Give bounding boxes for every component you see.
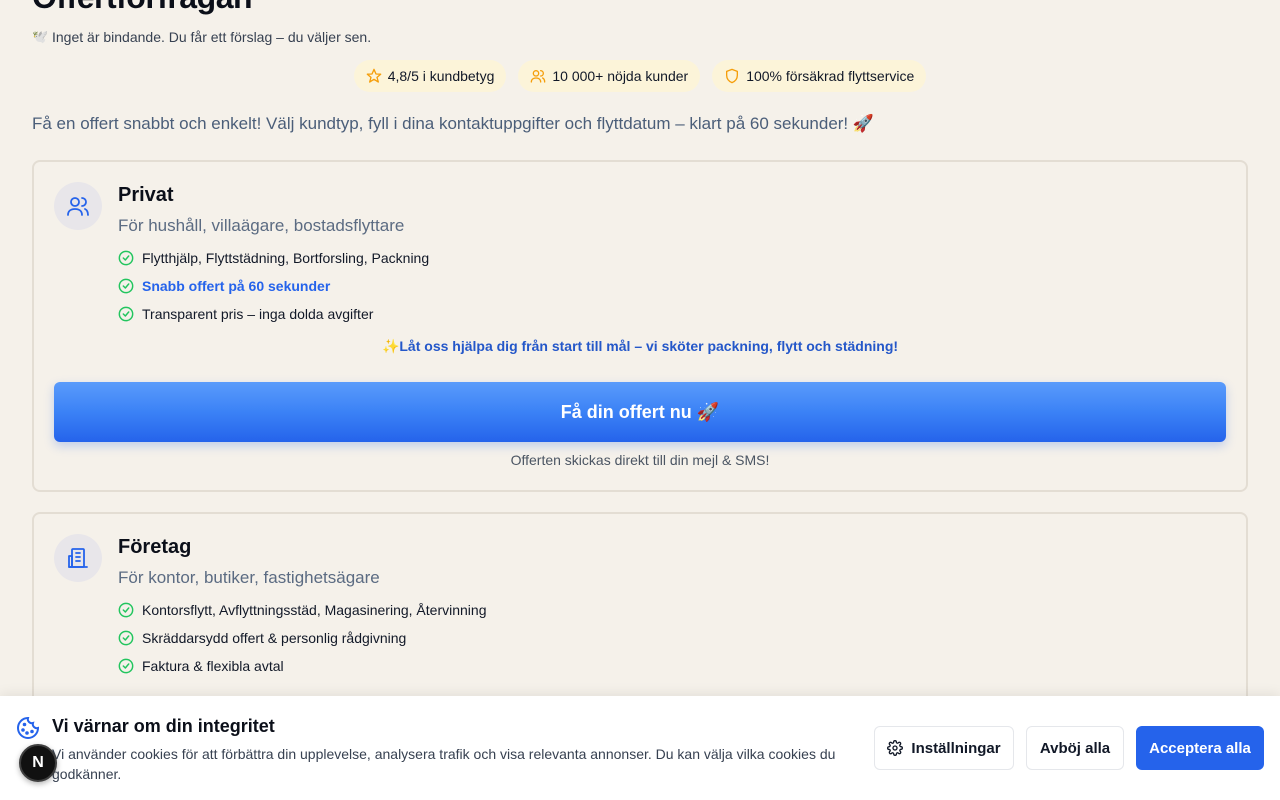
page-title: Offertförfrågan: [32, 0, 1248, 14]
shield-icon: [726, 68, 739, 84]
feature-item: Flytthjälp, Flyttstädning, Bortforsling,…: [118, 244, 429, 272]
users-icon: [531, 70, 546, 83]
cta-note: Offerten skickas direkt till din mejl & …: [510, 452, 770, 468]
cookie-text: Vi använder cookies för att förbättra di…: [52, 746, 836, 782]
badge-customers: 10 000+ nöjda kunder: [518, 60, 701, 92]
feature-label: Transparent pris – inga dolda avgifter: [142, 306, 374, 322]
building-icon: [68, 548, 88, 568]
get-quote-button[interactable]: Få din offert nu 🚀: [54, 382, 1226, 442]
cookie-settings-button[interactable]: Inställningar: [874, 726, 1014, 770]
reject-all-button[interactable]: Avböj alla: [1026, 726, 1124, 770]
feature-item: Snabb offert på 60 sekunder: [118, 272, 429, 300]
page-content: Offertförfrågan 🕊️ Inget är bindande. Du…: [32, 0, 1248, 800]
card-title: Företag: [118, 536, 192, 558]
dove-icon: 🕊️: [32, 29, 49, 44]
feature-label: Faktura & flexibla avtal: [142, 658, 284, 674]
feature-item: Transparent pris – inga dolda avgifter: [118, 300, 429, 328]
promo-text: ✨Låt oss hjälpa dig från start till mål …: [381, 338, 899, 354]
gear-icon: [887, 740, 904, 756]
feature-label: Snabb offert på 60 sekunder: [142, 278, 331, 294]
star-icon: [366, 68, 382, 83]
check-circle-icon: [118, 602, 134, 618]
feature-label: Skräddarsydd offert & personlig rådgivni…: [142, 630, 407, 646]
feature-label: Kontorsflytt, Avflyttningsstäd, Magasine…: [142, 602, 487, 618]
feature-item: Skräddarsydd offert & personlig rådgivni…: [118, 624, 486, 652]
feature-list: Kontorsflytt, Avflyttningsstäd, Magasine…: [118, 596, 486, 680]
intro-text: Få en offert snabbt och enkelt! Välj kun…: [32, 114, 875, 133]
settings-label: Inställningar: [911, 739, 1001, 757]
card-title: Privat: [118, 184, 174, 206]
check-circle-icon: [118, 306, 134, 322]
check-circle-icon: [118, 250, 134, 266]
page-subtitle: 🕊️ Inget är bindande. Du får ett förslag…: [32, 28, 1248, 46]
badge-label: 4,8/5 i kundbetyg: [387, 68, 495, 84]
badge-insurance: 100% försäkrad flyttservice: [712, 60, 927, 92]
feature-item: Faktura & flexibla avtal: [118, 652, 486, 680]
card-icon: [54, 534, 102, 582]
feature-label: Flytthjälp, Flyttstädning, Bortforsling,…: [142, 250, 430, 266]
check-circle-icon: [118, 658, 134, 674]
trust-badges: 4,8/5 i kundbetyg 10 000+ nöjda kunder 1…: [32, 60, 1248, 92]
check-circle-icon: [118, 278, 134, 294]
card-subtitle: För hushåll, villaägare, bostadsflyttare: [118, 216, 405, 235]
cookie-banner: Vi värnar om din integritet Vi använder …: [0, 696, 1280, 800]
feature-list: Flytthjälp, Flyttstädning, Bortforsling,…: [118, 244, 429, 328]
badge-rating: 4,8/5 i kundbetyg: [353, 60, 507, 92]
check-circle-icon: [118, 630, 134, 646]
dev-tools-badge[interactable]: N: [19, 744, 57, 782]
feature-item: Kontorsflytt, Avflyttningsstäd, Magasine…: [118, 596, 486, 624]
users-icon: [67, 197, 89, 216]
card-subtitle: För kontor, butiker, fastighetsägare: [118, 568, 380, 587]
badge-label: 100% försäkrad flyttservice: [746, 68, 915, 84]
subtitle-text: Inget är bindande. Du får ett förslag – …: [52, 29, 372, 45]
cookie-icon: [17, 716, 40, 739]
badge-label: 10 000+ nöjda kunder: [552, 68, 689, 84]
cookie-title: Vi värnar om din integritet: [52, 716, 275, 736]
card-icon: [54, 182, 102, 230]
card-privat[interactable]: Privat För hushåll, villaägare, bostadsf…: [32, 160, 1248, 492]
accept-all-button[interactable]: Acceptera alla: [1136, 726, 1264, 770]
